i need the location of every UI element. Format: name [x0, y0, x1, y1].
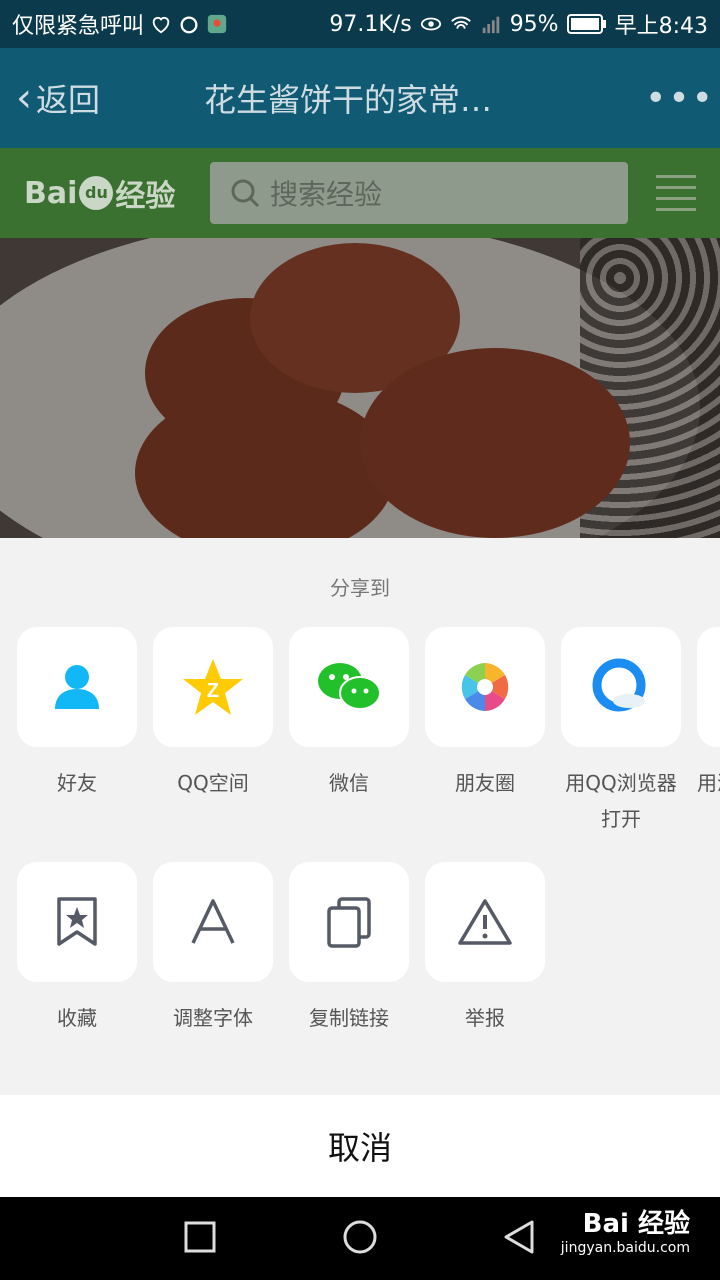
app-bar: ‹ 返回 花生酱饼干的家常… •••	[0, 48, 720, 148]
article-cover-image	[0, 238, 720, 538]
carrier-text: 仅限紧急呼叫	[12, 14, 145, 39]
qq-browser-icon	[592, 658, 646, 712]
back-button[interactable]: ‹ 返回	[0, 75, 180, 121]
menu-icon[interactable]	[656, 175, 696, 211]
alarm-icon	[180, 16, 198, 34]
search-input[interactable]: 搜索经验	[210, 162, 628, 224]
status-bar: 仅限紧急呼叫 97.1K/s 95% 早上8:43	[0, 0, 720, 48]
search-placeholder: 搜索经验	[270, 178, 383, 211]
eye-icon	[420, 17, 441, 31]
more-dots-icon[interactable]: •••	[640, 78, 720, 119]
share-sheet: 分享到 好友 Z QQ空间 微信 朋友圈 用QQ浏览器 打开 用 收藏 调整字体…	[0, 538, 720, 1095]
copy-link-button[interactable]: 复制链接	[289, 862, 409, 1036]
battery-icon	[566, 14, 606, 34]
report-button[interactable]: 举报	[425, 862, 545, 1036]
wifi-icon	[450, 16, 471, 29]
favorite-button[interactable]: 收藏	[17, 862, 137, 1036]
qq-friend-icon	[55, 665, 99, 709]
warning-icon	[458, 899, 512, 945]
page-title: 花生酱饼干的家常…	[204, 81, 493, 119]
share-qzone[interactable]: Z QQ空间	[153, 627, 273, 801]
baidu-paw-icon: du	[79, 176, 114, 210]
share-qq-friend[interactable]: 好友	[17, 627, 137, 801]
share-wechat[interactable]: 微信	[289, 627, 409, 801]
open-qq-browser[interactable]: 用QQ浏览器 打开	[561, 627, 681, 837]
bookmark-star-icon	[57, 897, 97, 946]
system-nav-bar: Bai 经验 jingyan.baidu.com	[0, 1197, 720, 1280]
open-other-browser[interactable]: 用浏	[697, 627, 720, 801]
back-label: 返回	[36, 81, 101, 119]
chevron-left-icon: ‹	[16, 75, 32, 121]
baidu-header: Bai du 经验 搜索经验	[0, 148, 720, 238]
net-speed: 97.1K/s	[329, 11, 412, 37]
copy-icon	[327, 897, 371, 948]
home-circle-icon[interactable]	[342, 1219, 378, 1255]
map-pin-icon	[207, 14, 227, 34]
recents-square-icon[interactable]	[184, 1219, 216, 1255]
battery-percent: 95%	[509, 11, 559, 37]
signal-icon	[482, 16, 499, 34]
baidu-jingyan-logo[interactable]: Bai du 经验	[0, 171, 210, 215]
cancel-button[interactable]: 取消	[0, 1095, 720, 1197]
baidu-watermark: Bai 经验 jingyan.baidu.com	[560, 1209, 690, 1256]
adjust-font-button[interactable]: 调整字体	[153, 862, 273, 1036]
qzone-star-icon: Z	[183, 659, 243, 715]
svg-text:Z: Z	[207, 680, 219, 702]
wechat-icon	[318, 663, 381, 710]
health-heart-icon	[152, 17, 170, 34]
search-icon	[231, 179, 260, 208]
back-triangle-icon[interactable]	[502, 1219, 536, 1255]
share-moments[interactable]: 朋友圈	[425, 627, 545, 801]
moments-aperture-icon	[461, 663, 509, 711]
font-a-icon	[191, 899, 235, 944]
clock: 早上8:43	[614, 14, 708, 39]
share-sheet-title: 分享到	[330, 576, 390, 600]
